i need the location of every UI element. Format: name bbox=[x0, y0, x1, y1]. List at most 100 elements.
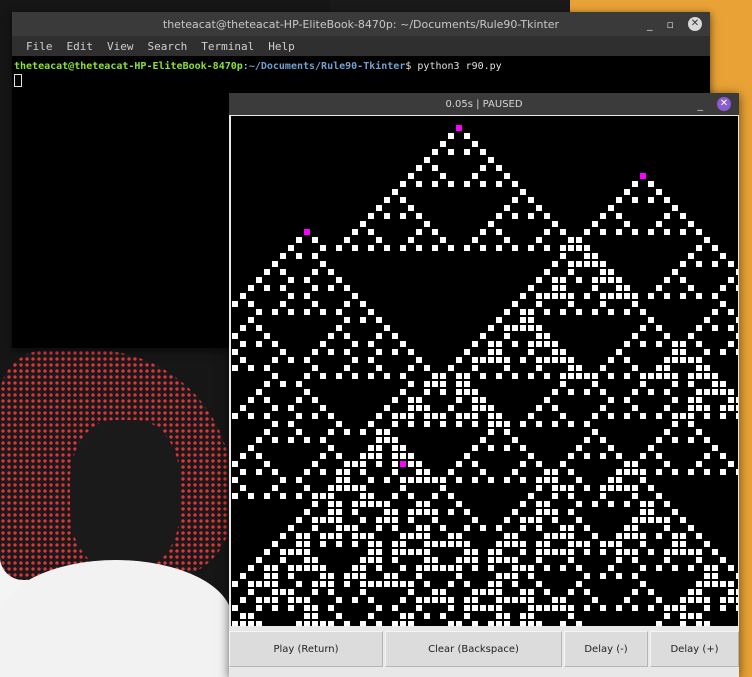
live-cell[interactable] bbox=[616, 549, 622, 555]
live-cell[interactable] bbox=[616, 573, 622, 579]
live-cell[interactable] bbox=[264, 285, 270, 291]
live-cell[interactable] bbox=[672, 397, 678, 403]
live-cell[interactable] bbox=[568, 485, 574, 491]
live-cell[interactable] bbox=[568, 389, 574, 395]
live-cell[interactable] bbox=[496, 213, 502, 219]
live-cell[interactable] bbox=[712, 373, 718, 379]
live-cell[interactable] bbox=[688, 285, 694, 291]
live-cell[interactable] bbox=[400, 389, 406, 395]
live-cell[interactable] bbox=[544, 341, 550, 347]
live-cell[interactable] bbox=[464, 453, 470, 459]
live-cell[interactable] bbox=[728, 325, 734, 331]
live-cell[interactable] bbox=[328, 533, 334, 539]
live-cell[interactable] bbox=[448, 245, 454, 251]
live-cell[interactable] bbox=[392, 437, 398, 443]
live-cell[interactable] bbox=[504, 517, 510, 523]
live-cell[interactable] bbox=[448, 581, 454, 587]
live-cell[interactable] bbox=[520, 477, 526, 483]
live-cell[interactable] bbox=[368, 493, 374, 499]
live-cell[interactable] bbox=[528, 613, 534, 619]
live-cell[interactable] bbox=[408, 493, 414, 499]
live-cell[interactable] bbox=[400, 213, 406, 219]
live-cell[interactable] bbox=[632, 573, 638, 579]
live-cell[interactable] bbox=[680, 341, 686, 347]
live-cell[interactable] bbox=[536, 357, 542, 363]
live-cell[interactable] bbox=[576, 445, 582, 451]
live-cell[interactable] bbox=[664, 429, 670, 435]
live-cell[interactable] bbox=[520, 541, 526, 547]
live-cell[interactable] bbox=[296, 565, 302, 571]
live-cell[interactable] bbox=[392, 493, 398, 499]
live-cell[interactable] bbox=[312, 557, 318, 563]
live-cell[interactable] bbox=[632, 293, 638, 299]
live-cell[interactable] bbox=[312, 365, 318, 371]
live-cell[interactable] bbox=[616, 277, 622, 283]
live-cell[interactable] bbox=[632, 517, 638, 523]
live-cell[interactable] bbox=[696, 357, 702, 363]
live-cell[interactable] bbox=[416, 229, 422, 235]
live-cell[interactable] bbox=[424, 565, 430, 571]
live-cell[interactable] bbox=[568, 549, 574, 555]
live-cell[interactable] bbox=[232, 365, 238, 371]
live-cell[interactable] bbox=[624, 501, 630, 507]
live-cell[interactable] bbox=[584, 437, 590, 443]
live-cell[interactable] bbox=[584, 261, 590, 267]
live-cell[interactable] bbox=[688, 221, 694, 227]
live-cell[interactable] bbox=[280, 269, 286, 275]
live-cell[interactable] bbox=[656, 285, 662, 291]
live-cell[interactable] bbox=[504, 557, 510, 563]
live-cell[interactable] bbox=[728, 405, 734, 411]
live-cell[interactable] bbox=[368, 501, 374, 507]
live-cell[interactable] bbox=[728, 261, 734, 267]
live-cell[interactable] bbox=[328, 285, 334, 291]
live-cell[interactable] bbox=[432, 477, 438, 483]
live-cell[interactable] bbox=[320, 469, 326, 475]
live-cell[interactable] bbox=[712, 309, 718, 315]
live-cell[interactable] bbox=[432, 229, 438, 235]
live-cell[interactable] bbox=[576, 541, 582, 547]
live-cell[interactable] bbox=[672, 269, 678, 275]
live-cell[interactable] bbox=[536, 333, 542, 339]
live-cell[interactable] bbox=[320, 405, 326, 411]
live-cell[interactable] bbox=[440, 565, 446, 571]
live-cell[interactable] bbox=[256, 581, 262, 587]
live-cell[interactable] bbox=[456, 621, 462, 626]
live-cell[interactable] bbox=[536, 509, 542, 515]
live-cell[interactable] bbox=[424, 381, 430, 387]
live-cell[interactable] bbox=[624, 309, 630, 315]
minimize-icon[interactable]: _ bbox=[647, 18, 653, 31]
live-cell[interactable] bbox=[520, 309, 526, 315]
live-cell[interactable] bbox=[472, 477, 478, 483]
live-cell[interactable] bbox=[424, 421, 430, 427]
live-cell[interactable] bbox=[432, 589, 438, 595]
live-cell[interactable] bbox=[512, 509, 518, 515]
live-cell[interactable] bbox=[536, 277, 542, 283]
live-cell[interactable] bbox=[576, 621, 582, 626]
live-cell[interactable] bbox=[640, 533, 646, 539]
live-cell[interactable] bbox=[704, 597, 710, 603]
live-cell[interactable] bbox=[552, 549, 558, 555]
live-cell[interactable] bbox=[568, 453, 574, 459]
live-cell[interactable] bbox=[304, 373, 310, 379]
live-cell[interactable] bbox=[232, 413, 238, 419]
live-cell[interactable] bbox=[400, 181, 406, 187]
live-cell[interactable] bbox=[304, 357, 310, 363]
live-cell[interactable] bbox=[296, 237, 302, 243]
live-cell[interactable] bbox=[536, 301, 542, 307]
live-cell[interactable] bbox=[240, 453, 246, 459]
live-cell[interactable] bbox=[288, 525, 294, 531]
live-cell[interactable] bbox=[336, 597, 342, 603]
live-cell[interactable] bbox=[520, 357, 526, 363]
live-cell[interactable] bbox=[640, 541, 646, 547]
live-cell[interactable] bbox=[336, 517, 342, 523]
live-cell[interactable] bbox=[384, 509, 390, 515]
live-cell[interactable] bbox=[472, 357, 478, 363]
live-cell[interactable] bbox=[656, 493, 662, 499]
live-cell[interactable] bbox=[232, 477, 238, 483]
live-cell[interactable] bbox=[632, 589, 638, 595]
live-cell[interactable] bbox=[328, 501, 334, 507]
live-cell[interactable] bbox=[360, 589, 366, 595]
live-cell[interactable] bbox=[640, 381, 646, 387]
live-cell[interactable] bbox=[648, 373, 654, 379]
live-cell[interactable] bbox=[544, 269, 550, 275]
